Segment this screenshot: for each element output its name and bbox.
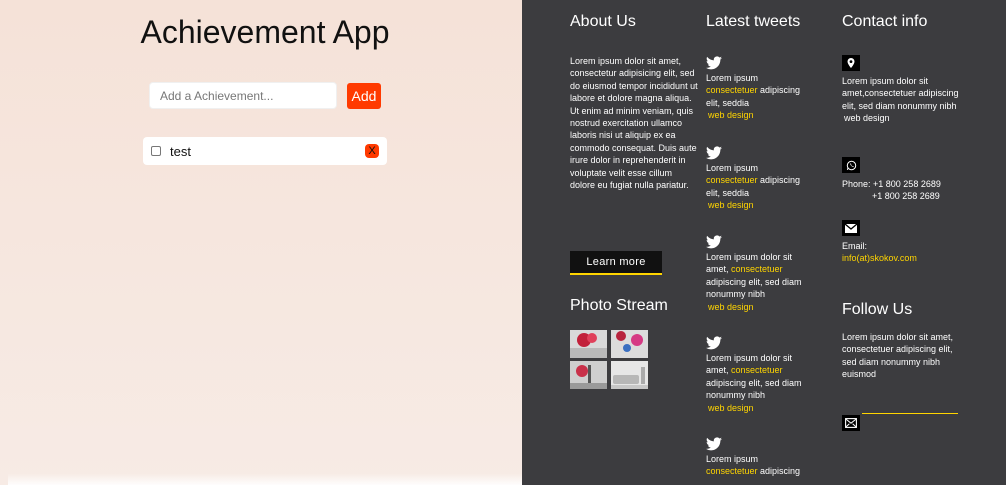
- tweet-text: adipiscing elit, sed diam nonummy nibh: [706, 377, 802, 401]
- tweet-item: Lorem ipsum dolor sit amet, consectetuer…: [706, 336, 806, 414]
- tweet-item: Lorem ipsum consectetuer adipiscing elit…: [706, 146, 806, 212]
- tweet-link[interactable]: web design: [706, 403, 754, 413]
- delete-button[interactable]: X: [365, 144, 379, 158]
- mail-icon: [842, 220, 860, 236]
- twitter-icon: [706, 437, 722, 451]
- learn-more-button[interactable]: Learn more: [570, 251, 662, 275]
- phone-text-2: +1 800 258 2689: [872, 191, 940, 202]
- list-item: test X: [143, 137, 387, 165]
- tweet-highlight[interactable]: consectetuer: [706, 175, 758, 185]
- newsletter-envelope-icon[interactable]: [842, 415, 860, 431]
- tweet-item: Lorem ipsum consectetuer adipiscing elit…: [706, 56, 806, 122]
- info-panel: About Us Lorem ipsum dolor sit amet, con…: [522, 0, 1006, 485]
- address-link[interactable]: web design: [842, 113, 890, 123]
- about-text: Lorem ipsum dolor sit amet, consectetur …: [570, 56, 698, 191]
- address-text: Lorem ipsum dolor sit amet,consectetuer …: [842, 76, 959, 111]
- email-link[interactable]: info(at)skokov.com: [842, 253, 917, 263]
- photo-thumbnail[interactable]: [570, 330, 607, 358]
- location-pin-icon: [842, 55, 860, 71]
- tweet-text: Lorem ipsum: [706, 163, 759, 173]
- twitter-icon: [706, 56, 722, 70]
- tweet-text: Lorem ipsum: [706, 454, 759, 464]
- photo-thumbnail[interactable]: [611, 361, 648, 389]
- twitter-icon: [706, 146, 722, 160]
- item-checkbox[interactable]: [151, 146, 161, 156]
- tweet-highlight[interactable]: consectetuer: [731, 264, 783, 274]
- achievement-app-panel: Achievement App Add test X: [0, 0, 522, 485]
- follow-heading: Follow Us: [842, 301, 913, 318]
- about-heading: About Us: [570, 13, 636, 30]
- tweet-highlight[interactable]: consectetuer: [706, 85, 758, 95]
- contact-heading: Contact info: [842, 13, 928, 30]
- contact-address: Lorem ipsum dolor sit amet,consectetuer …: [842, 75, 962, 125]
- photo-thumbnail[interactable]: [570, 361, 607, 389]
- tweet-item: Lorem ipsum dolor sit amet, consectetuer…: [706, 235, 806, 313]
- tweet-highlight[interactable]: consectetuer: [731, 365, 783, 375]
- tweet-link[interactable]: web design: [706, 302, 754, 312]
- photo-thumbnail[interactable]: [611, 330, 648, 358]
- tweet-link[interactable]: web design: [706, 110, 754, 120]
- tweet-highlight[interactable]: consectetuer: [706, 466, 758, 476]
- app-title: Achievement App: [140, 14, 390, 50]
- tweet-text: adipiscing elit, sed diam nonummy nibh: [706, 276, 802, 300]
- follow-divider: [862, 413, 958, 414]
- phone-text: Phone: +1 800 258 2689: [842, 179, 941, 189]
- photo-stream-heading: Photo Stream: [570, 297, 668, 314]
- panel-fade: [8, 473, 522, 485]
- tweet-item: Lorem ipsum consectetuer adipiscing: [706, 437, 806, 478]
- whatsapp-icon: [842, 157, 860, 173]
- add-button[interactable]: Add: [347, 83, 381, 109]
- email-label: Email:: [842, 241, 868, 251]
- contact-email: Email: info(at)skokov.com: [842, 240, 962, 265]
- twitter-icon: [706, 235, 722, 249]
- tweets-heading: Latest tweets: [706, 13, 801, 30]
- contact-phone: Phone: +1 800 258 2689 +1 800 258 2689: [842, 178, 962, 203]
- tweet-text: adipiscing: [757, 466, 801, 477]
- follow-text: Lorem ipsum dolor sit amet, consectetuer…: [842, 332, 954, 380]
- item-text: test: [170, 144, 191, 159]
- tweet-link[interactable]: web design: [706, 200, 754, 210]
- achievement-input[interactable]: [149, 82, 337, 109]
- tweet-text: Lorem ipsum: [706, 73, 759, 83]
- twitter-icon: [706, 336, 722, 350]
